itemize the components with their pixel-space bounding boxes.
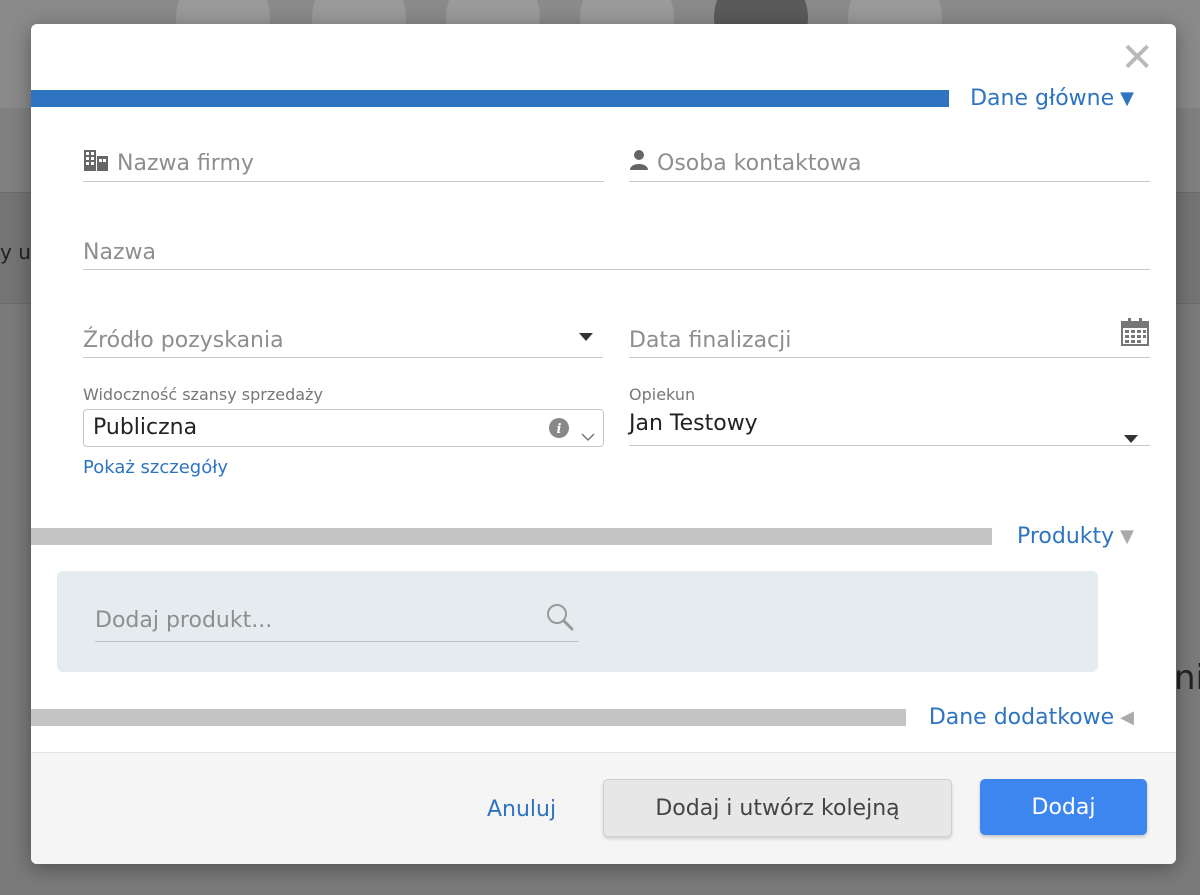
triangle-left-icon: ◀ <box>1120 707 1134 728</box>
owner-select[interactable]: Jan Testowy <box>629 409 1150 446</box>
calendar-icon[interactable] <box>1120 317 1150 351</box>
visibility-select[interactable]: Publiczna i <box>83 409 604 447</box>
product-search-placeholder: Dodaj produkt... <box>95 608 273 633</box>
user-icon <box>629 149 649 177</box>
section-label-products: Produkty <box>1016 524 1115 549</box>
add-button[interactable]: Dodaj <box>980 779 1147 835</box>
source-select[interactable]: Źródło pozyskania <box>83 321 603 358</box>
section-label-additional: Dane dodatkowe <box>928 705 1115 730</box>
cancel-button[interactable]: Anuluj <box>487 797 556 822</box>
triangle-down-icon: ▼ <box>1120 526 1134 547</box>
add-opportunity-modal: ✕ Dane główne ▼ Nazwa firmy Osoba kontak… <box>31 24 1176 864</box>
finalization-date-placeholder: Data finalizacji <box>629 328 792 353</box>
section-bar-main <box>31 90 949 107</box>
company-name-placeholder: Nazwa firmy <box>117 150 254 176</box>
section-toggle-main[interactable]: Dane główne ▼ <box>970 86 1134 111</box>
show-details-link[interactable]: Pokaż szczegóły <box>83 457 228 478</box>
product-search-field[interactable]: Dodaj produkt... <box>95 599 578 642</box>
chevron-down-icon <box>581 423 595 448</box>
section-label-main: Dane główne <box>970 86 1115 111</box>
triangle-down-icon: ▼ <box>1120 88 1134 109</box>
caret-down-icon <box>1124 424 1138 449</box>
info-icon[interactable]: i <box>549 418 569 444</box>
building-icon <box>83 149 109 177</box>
add-button-label: Dodaj <box>1031 794 1096 820</box>
add-and-create-next-label: Dodaj i utwórz kolejną <box>655 795 900 821</box>
section-toggle-additional[interactable]: Dane dodatkowe ◀ <box>929 705 1134 730</box>
section-toggle-products[interactable]: Produkty ▼ <box>1017 524 1134 549</box>
visibility-label: Widoczność szansy sprzedaży <box>83 385 323 404</box>
name-placeholder: Nazwa <box>83 240 156 265</box>
add-and-create-next-button[interactable]: Dodaj i utwórz kolejną <box>603 779 952 837</box>
owner-label: Opiekun <box>629 385 696 404</box>
background-text: y u <box>0 240 31 264</box>
visibility-value: Publiczna <box>93 415 198 440</box>
modal-footer: Anuluj Dodaj i utwórz kolejną Dodaj <box>31 752 1176 864</box>
background-text: ni <box>1174 658 1200 698</box>
name-field[interactable]: Nazwa <box>83 233 1150 270</box>
contact-person-field[interactable]: Osoba kontaktowa <box>629 145 1150 182</box>
owner-value: Jan Testowy <box>629 411 758 436</box>
source-placeholder: Źródło pozyskania <box>83 328 284 353</box>
finalization-date-field[interactable]: Data finalizacji <box>629 318 1150 358</box>
section-bar-products <box>31 528 992 545</box>
search-icon <box>546 603 574 635</box>
svg-text:i: i <box>557 422 562 437</box>
section-bar-additional <box>31 709 906 726</box>
close-icon[interactable]: ✕ <box>1120 38 1154 78</box>
products-panel: Dodaj produkt... <box>57 571 1098 672</box>
contact-person-placeholder: Osoba kontaktowa <box>657 150 862 176</box>
company-name-field[interactable]: Nazwa firmy <box>83 145 604 182</box>
caret-down-icon <box>579 326 593 345</box>
